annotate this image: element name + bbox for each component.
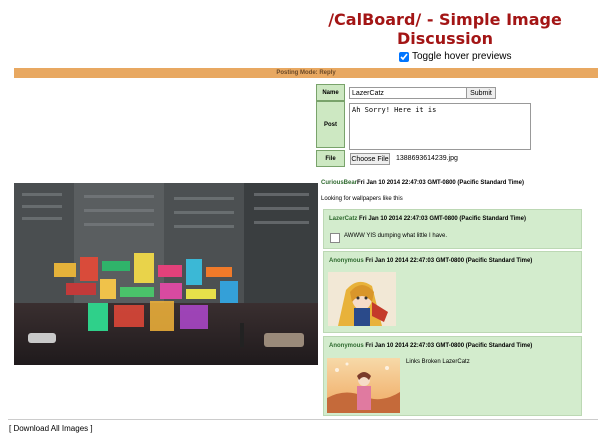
reply-name: Anonymous xyxy=(329,343,364,349)
download-all-images-label[interactable]: [ Download All Images ] xyxy=(9,424,93,433)
download-all-images-link[interactable]: [ Download All Images ] xyxy=(9,424,93,433)
toggle-hover-previews[interactable]: Toggle hover previews xyxy=(399,51,512,62)
toggle-checkbox[interactable] xyxy=(399,51,409,62)
file-row: File xyxy=(316,150,345,167)
name-row: Name xyxy=(316,84,345,101)
anime-scene-image-icon xyxy=(327,358,400,413)
reply-post: LazerCatz Fri Jan 10 2014 22:47:03 GMT-0… xyxy=(323,209,582,249)
reply-header: Anonymous Fri Jan 10 2014 22:47:03 GMT-0… xyxy=(329,343,532,349)
reply-image-thumbnail[interactable] xyxy=(328,272,396,326)
reply-post: Anonymous Fri Jan 10 2014 22:47:03 GMT-0… xyxy=(323,336,582,416)
post-row: Post xyxy=(316,101,345,148)
op-name: CuriousBear xyxy=(321,180,358,186)
reply-date: Fri Jan 10 2014 22:47:03 GMT-0800 (Pacif… xyxy=(359,216,526,222)
submit-button[interactable]: Submit xyxy=(466,87,496,99)
op-post-header: CuriousBearFri Jan 10 2014 22:47:03 GMT-… xyxy=(321,180,524,186)
reply-date: Fri Jan 10 2014 22:47:03 GMT-0800 (Pacif… xyxy=(365,258,533,264)
reply-image-thumbnail[interactable] xyxy=(327,358,400,413)
anime-art-image-icon xyxy=(328,272,396,326)
city-night-image-icon xyxy=(14,183,318,365)
posting-mode-bar: Posting Mode: Reply xyxy=(14,68,598,78)
reply-name: LazerCatz xyxy=(329,216,358,222)
post-label: Post xyxy=(316,101,345,148)
toggle-label: Toggle hover previews xyxy=(412,51,512,62)
op-date: Fri Jan 10 2014 22:47:03 GMT-0800 (Pacif… xyxy=(357,180,524,186)
reply-text: AWWW YIS dumping what little I have. xyxy=(344,233,448,239)
file-name: 1388693614239.jpg xyxy=(396,155,458,162)
reply-header: Anonymous Fri Jan 10 2014 22:47:03 GMT-0… xyxy=(329,258,532,264)
reply-date: Fri Jan 10 2014 22:47:03 GMT-0800 (Pacif… xyxy=(365,343,533,349)
reply-header: LazerCatz Fri Jan 10 2014 22:47:03 GMT-0… xyxy=(329,216,526,222)
reply-text: Links Broken LazerCatz xyxy=(406,359,470,365)
broken-image-icon xyxy=(330,233,340,243)
footer-divider xyxy=(8,419,598,420)
reply-post: Anonymous Fri Jan 10 2014 22:47:03 GMT-0… xyxy=(323,251,582,333)
reply-name: Anonymous xyxy=(329,258,364,264)
choose-file-button[interactable]: Choose File xyxy=(350,153,390,165)
post-textarea[interactable]: Ah Sorry! Here it is xyxy=(349,103,531,150)
name-label: Name xyxy=(316,84,345,101)
page-title: /CalBoard/ - Simple Image Discussion xyxy=(328,10,562,48)
op-image[interactable] xyxy=(14,183,318,365)
name-input[interactable] xyxy=(349,87,468,99)
file-label: File xyxy=(316,150,345,167)
op-text: Looking for wallpapers like this xyxy=(321,196,403,202)
